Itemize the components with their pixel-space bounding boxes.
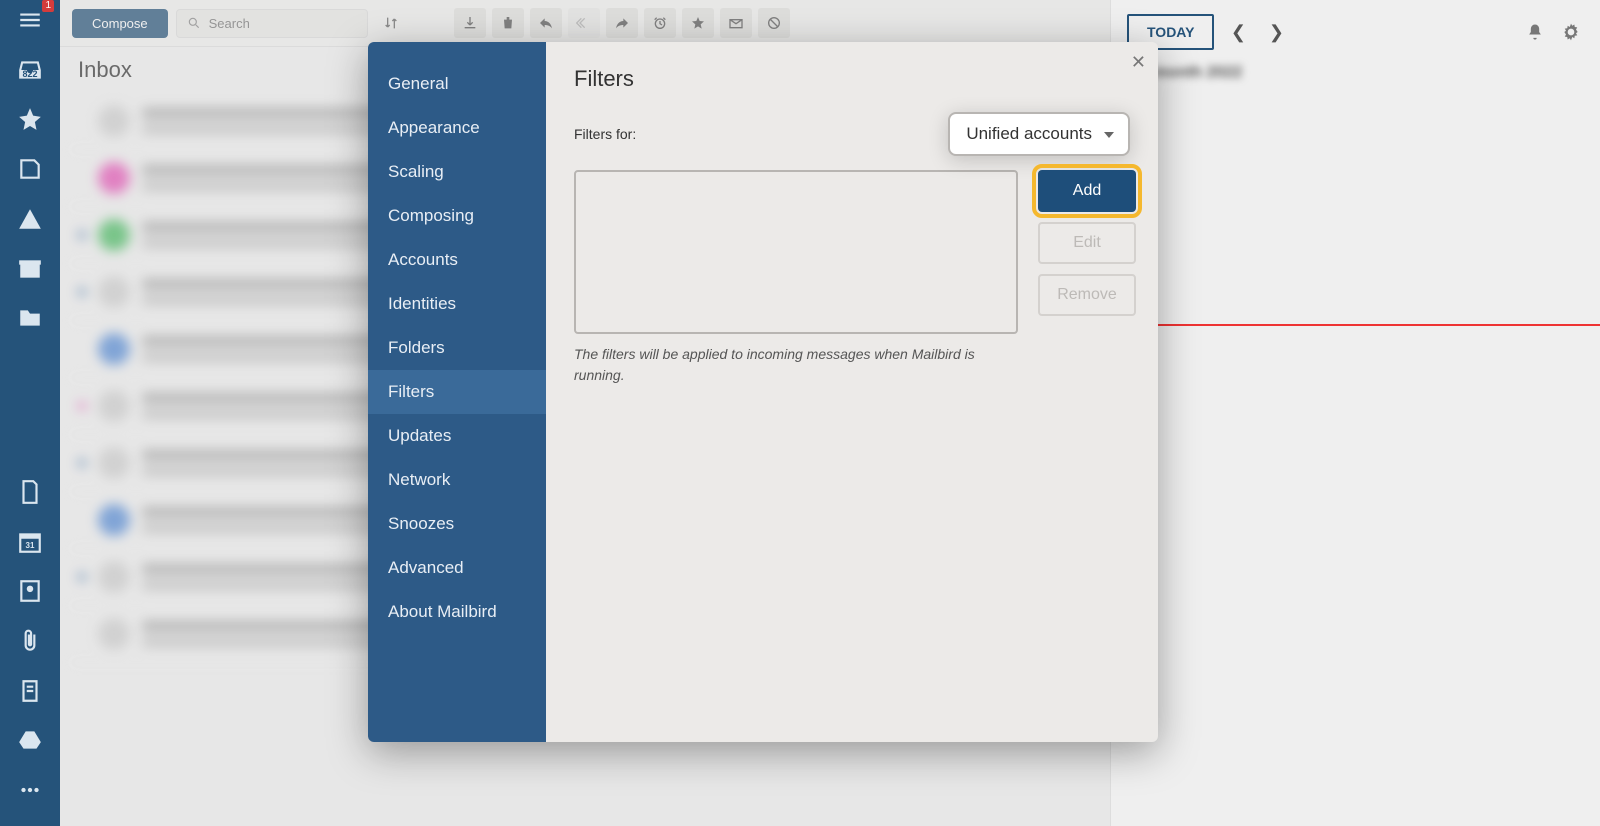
reply-icon[interactable] <box>530 8 562 38</box>
nav-advanced[interactable]: Advanced <box>368 546 546 590</box>
calendar-date: 13 month 2022 <box>1111 64 1600 82</box>
remove-button: Remove <box>1038 274 1136 316</box>
toolbar-actions <box>454 8 790 38</box>
sent-icon[interactable] <box>12 203 48 235</box>
settings-nav: General Appearance Scaling Composing Acc… <box>368 42 546 742</box>
toolbar: Compose <box>60 0 1110 47</box>
nav-about[interactable]: About Mailbird <box>368 590 546 634</box>
cal-day: 31 <box>26 541 35 550</box>
calendar-pane: TODAY ❮ ❯ 13 month 2022 <box>1110 0 1600 826</box>
filters-note: The filters will be applied to incoming … <box>574 344 1014 386</box>
file-icon[interactable] <box>12 476 48 508</box>
forward-icon[interactable] <box>606 8 638 38</box>
filters-listbox[interactable] <box>574 170 1018 334</box>
search-field[interactable] <box>207 15 321 32</box>
next-icon[interactable]: ❯ <box>1262 18 1290 46</box>
attachment-icon[interactable] <box>12 625 48 657</box>
nav-composing[interactable]: Composing <box>368 194 546 238</box>
drive-icon[interactable] <box>12 725 48 757</box>
note-icon[interactable] <box>12 675 48 707</box>
sort-icon[interactable] <box>376 8 406 38</box>
filters-for-label: Filters for: <box>574 126 636 142</box>
nav-snoozes[interactable]: Snoozes <box>368 502 546 546</box>
nav-scaling[interactable]: Scaling <box>368 150 546 194</box>
nav-folders[interactable]: Folders <box>368 326 546 370</box>
bell-icon[interactable] <box>1522 19 1548 45</box>
block-icon[interactable] <box>758 8 790 38</box>
prev-icon[interactable]: ❮ <box>1224 18 1252 46</box>
search-input[interactable] <box>176 9 368 38</box>
drafts-count: 15 <box>25 167 35 177</box>
inbox-icon[interactable]: 822 <box>12 54 48 86</box>
search-icon <box>187 16 201 30</box>
folder-title: Inbox <box>78 57 132 83</box>
download-icon[interactable] <box>454 8 486 38</box>
compose-button[interactable]: Compose <box>72 9 168 38</box>
account-select[interactable]: Unified accounts <box>948 112 1130 156</box>
current-time-line <box>1111 324 1600 326</box>
menu-icon[interactable]: 1 <box>12 4 48 36</box>
more-icon[interactable] <box>12 774 48 806</box>
nav-filters[interactable]: Filters <box>368 370 546 414</box>
mark-read-icon[interactable] <box>720 8 752 38</box>
nav-network[interactable]: Network <box>368 458 546 502</box>
drafts-icon[interactable]: 15 <box>12 153 48 185</box>
left-rail: 1 822 15 31 <box>0 0 60 826</box>
add-button[interactable]: Add <box>1038 170 1136 212</box>
calendar-icon[interactable]: 31 <box>12 526 48 558</box>
star-button-icon[interactable] <box>682 8 714 38</box>
gear-icon[interactable] <box>1558 19 1584 45</box>
nav-updates[interactable]: Updates <box>368 414 546 458</box>
nav-appearance[interactable]: Appearance <box>368 106 546 150</box>
snooze-icon[interactable] <box>644 8 676 38</box>
notif-badge: 1 <box>42 0 54 12</box>
filters-for-row: Filters for: Unified accounts <box>574 112 1130 156</box>
nav-identities[interactable]: Identities <box>368 282 546 326</box>
star-icon[interactable] <box>12 103 48 135</box>
reply-all-icon[interactable] <box>568 8 600 38</box>
edit-button: Edit <box>1038 222 1136 264</box>
archive-icon[interactable] <box>12 253 48 285</box>
settings-title: Filters <box>574 66 1130 92</box>
settings-body: Filters Filters for: Unified accounts Th… <box>546 42 1158 742</box>
folder-icon[interactable] <box>12 302 48 334</box>
contacts-icon[interactable] <box>12 575 48 607</box>
filter-buttons: Add Edit Remove <box>1038 170 1136 316</box>
app-root: 1 822 15 31 Compose <box>0 0 1600 826</box>
inbox-count: 822 <box>22 69 37 79</box>
trash-icon[interactable] <box>492 8 524 38</box>
settings-dialog: ✕ General Appearance Scaling Composing A… <box>368 42 1158 742</box>
nav-accounts[interactable]: Accounts <box>368 238 546 282</box>
nav-general[interactable]: General <box>368 62 546 106</box>
calendar-header: TODAY ❮ ❯ <box>1111 0 1600 64</box>
